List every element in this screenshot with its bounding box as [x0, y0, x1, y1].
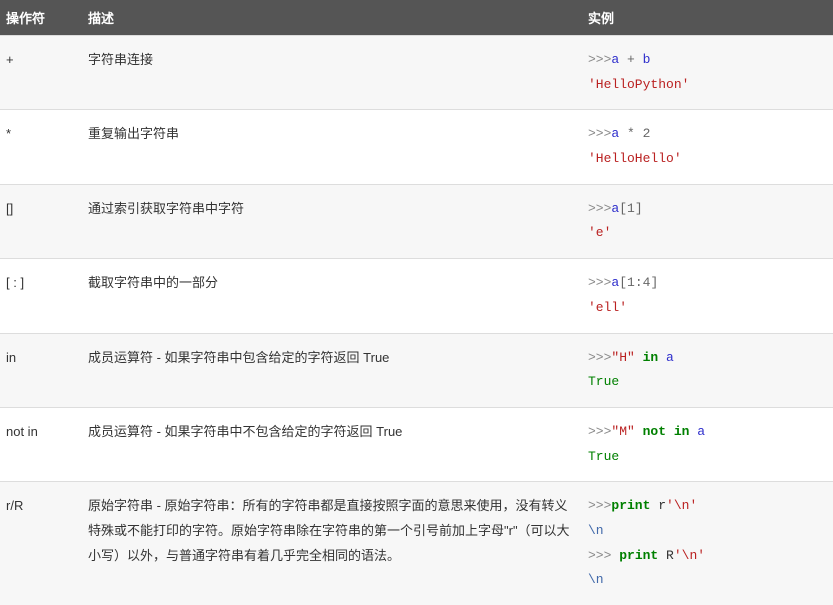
cell-description: 通过索引获取字符串中字符 [82, 184, 582, 258]
code-token: >>> [588, 350, 611, 365]
code-token: 'ell' [588, 300, 627, 315]
cell-example: >>>"M" not in a True [582, 407, 833, 481]
code-token: 'e' [588, 225, 611, 240]
code-token: a [666, 350, 674, 365]
header-description: 描述 [82, 0, 582, 36]
cell-example: >>>a + b 'HelloPython' [582, 36, 833, 110]
code-token: 'HelloPython' [588, 77, 689, 92]
code-block: >>>"M" not in a True [588, 420, 827, 469]
code-token: >>> [588, 201, 611, 216]
header-operator: 操作符 [0, 0, 82, 36]
code-token: * [619, 126, 642, 141]
code-token: ' [697, 548, 705, 563]
code-token: + [619, 52, 642, 67]
code-token: print [611, 498, 650, 513]
table-row: not in成员运算符 - 如果字符串中不包含给定的字符返回 True>>>"M… [0, 407, 833, 481]
table-row: r/R原始字符串 - 原始字符串：所有的字符串都是直接按照字面的意思来使用，没有… [0, 482, 833, 605]
code-token: True [588, 374, 619, 389]
operator-table: 操作符 描述 实例 +字符串连接>>>a + b 'HelloPython'*重… [0, 0, 833, 605]
cell-operator: [] [0, 184, 82, 258]
code-block: >>>a[1] 'e' [588, 197, 827, 246]
code-token: >>> [588, 548, 619, 563]
code-token: print [619, 548, 658, 563]
table-row: [ : ]截取字符串中的一部分>>>a[1:4] 'ell' [0, 259, 833, 333]
code-token: ] [650, 275, 658, 290]
code-token: 1 [627, 275, 635, 290]
cell-operator: not in [0, 407, 82, 481]
cell-description: 截取字符串中的一部分 [82, 259, 582, 333]
code-token: >>> [588, 424, 611, 439]
code-token: >>> [588, 498, 611, 513]
table-row: []通过索引获取字符串中字符>>>a[1] 'e' [0, 184, 833, 258]
code-block: >>>a + b 'HelloPython' [588, 48, 827, 97]
code-token: >>> [588, 52, 611, 67]
code-token: \n [588, 572, 604, 587]
code-token: a [697, 424, 705, 439]
code-token: \n [682, 548, 698, 563]
code-token: ' [689, 498, 697, 513]
code-token: R [658, 548, 674, 563]
cell-operator: * [0, 110, 82, 184]
cell-operator: + [0, 36, 82, 110]
code-block: >>>print r'\n' \n >>> print R'\n' \n [588, 494, 827, 593]
cell-description: 原始字符串 - 原始字符串：所有的字符串都是直接按照字面的意思来使用，没有转义特… [82, 482, 582, 605]
code-token: r [650, 498, 666, 513]
cell-description: 成员运算符 - 如果字符串中不包含给定的字符返回 True [82, 407, 582, 481]
code-token: "M" [611, 424, 634, 439]
cell-example: >>>a[1] 'e' [582, 184, 833, 258]
code-token: >>> [588, 126, 611, 141]
code-token: ] [635, 201, 643, 216]
cell-operator: [ : ] [0, 259, 82, 333]
code-token: ' [666, 498, 674, 513]
code-block: >>>a[1:4] 'ell' [588, 271, 827, 320]
code-token: \n [674, 498, 690, 513]
cell-description: 重复输出字符串 [82, 110, 582, 184]
code-token: ' [674, 548, 682, 563]
table-row: *重复输出字符串>>>a * 2 'HelloHello' [0, 110, 833, 184]
code-token: in [635, 350, 666, 365]
code-token: 'HelloHello' [588, 151, 682, 166]
code-block: >>>a * 2 'HelloHello' [588, 122, 827, 171]
cell-example: >>>"H" in a True [582, 333, 833, 407]
code-token: \n [588, 523, 604, 538]
cell-example: >>>a[1:4] 'ell' [582, 259, 833, 333]
code-token: b [643, 52, 651, 67]
code-token: [ [619, 201, 627, 216]
code-token: 1 [627, 201, 635, 216]
table-row: in成员运算符 - 如果字符串中包含给定的字符返回 True>>>"H" in … [0, 333, 833, 407]
cell-example: >>>a * 2 'HelloHello' [582, 110, 833, 184]
table-row: +字符串连接>>>a + b 'HelloPython' [0, 36, 833, 110]
code-block: >>>"H" in a True [588, 346, 827, 395]
code-token: : [635, 275, 643, 290]
code-token: 2 [643, 126, 651, 141]
code-token: [ [619, 275, 627, 290]
code-token: >>> [588, 275, 611, 290]
cell-description: 成员运算符 - 如果字符串中包含给定的字符返回 True [82, 333, 582, 407]
cell-operator: r/R [0, 482, 82, 605]
header-example: 实例 [582, 0, 833, 36]
cell-example: >>>print r'\n' \n >>> print R'\n' \n [582, 482, 833, 605]
code-token: True [588, 449, 619, 464]
cell-description: 字符串连接 [82, 36, 582, 110]
code-token: "H" [611, 350, 634, 365]
cell-operator: in [0, 333, 82, 407]
code-token: not in [635, 424, 697, 439]
